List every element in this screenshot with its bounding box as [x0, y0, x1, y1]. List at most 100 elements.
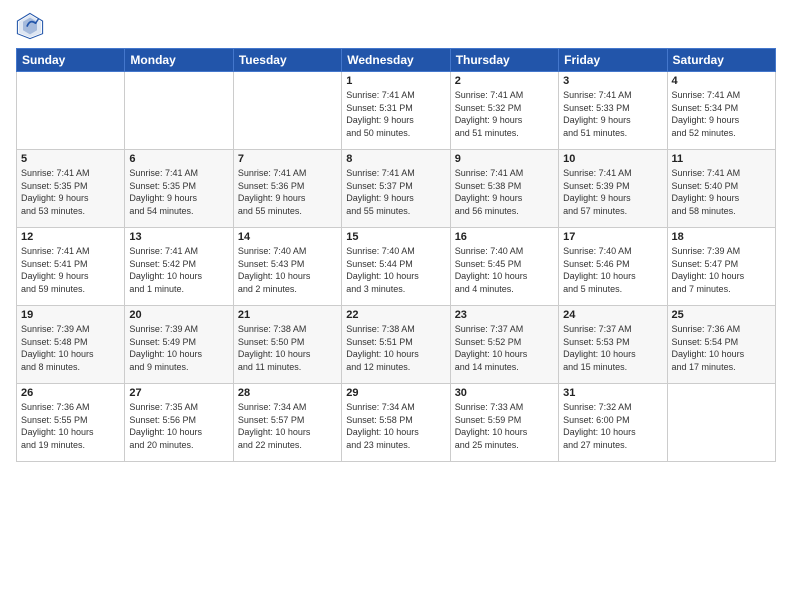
day-info: Sunrise: 7:41 AM Sunset: 5:32 PM Dayligh… [455, 89, 554, 139]
calendar-cell: 31Sunrise: 7:32 AM Sunset: 6:00 PM Dayli… [559, 384, 667, 462]
calendar-cell: 5 Sunrise: 7:41 AM Sunset: 5:35 PM Daylig… [17, 150, 125, 228]
page: SundayMondayTuesdayWednesdayThursdayFrid… [0, 0, 792, 612]
calendar-cell: 14Sunrise: 7:40 AM Sunset: 5:43 PM Dayli… [233, 228, 341, 306]
day-info: Sunrise: 7:41 AM Sunset: 5:36 PM Dayligh… [238, 167, 337, 217]
column-header-friday: Friday [559, 49, 667, 72]
day-info: Sunrise: 7:37 AM Sunset: 5:53 PM Dayligh… [563, 323, 662, 373]
day-info: Sunrise: 7:40 AM Sunset: 5:45 PM Dayligh… [455, 245, 554, 295]
column-header-saturday: Saturday [667, 49, 775, 72]
calendar-cell: 25 Sunrise: 7:36 AM Sunset: 5:54 PM Dayli… [667, 306, 775, 384]
calendar-week-row: 1 Sunrise: 7:41 AM Sunset: 5:31 PM Daylig… [17, 72, 776, 150]
calendar-cell: 21 Sunrise: 7:38 AM Sunset: 5:50 PM Dayli… [233, 306, 341, 384]
calendar-cell: 9Sunrise: 7:41 AM Sunset: 5:38 PM Daylig… [450, 150, 558, 228]
calendar-cell: 24 Sunrise: 7:37 AM Sunset: 5:53 PM Dayli… [559, 306, 667, 384]
calendar: SundayMondayTuesdayWednesdayThursdayFrid… [16, 48, 776, 462]
day-number: 15 [346, 231, 445, 243]
day-number: 22 [346, 309, 445, 321]
calendar-cell [233, 72, 341, 150]
day-info: Sunrise: 7:39 AM Sunset: 5:49 PM Dayligh… [129, 323, 228, 373]
day-number: 2 [455, 75, 554, 87]
day-info: Sunrise: 7:38 AM Sunset: 5:51 PM Dayligh… [346, 323, 445, 373]
day-info: Sunrise: 7:38 AM Sunset: 5:50 PM Dayligh… [238, 323, 337, 373]
calendar-cell: 15 Sunrise: 7:40 AM Sunset: 5:44 PM Dayli… [342, 228, 450, 306]
day-info: Sunrise: 7:39 AM Sunset: 5:48 PM Dayligh… [21, 323, 120, 373]
day-number: 3 [563, 75, 662, 87]
column-header-tuesday: Tuesday [233, 49, 341, 72]
calendar-cell: 13Sunrise: 7:41 AM Sunset: 5:42 PM Dayli… [125, 228, 233, 306]
day-number: 26 [21, 387, 120, 399]
day-info: Sunrise: 7:36 AM Sunset: 5:55 PM Dayligh… [21, 401, 120, 451]
calendar-week-row: 5 Sunrise: 7:41 AM Sunset: 5:35 PM Daylig… [17, 150, 776, 228]
day-info: Sunrise: 7:41 AM Sunset: 5:35 PM Dayligh… [129, 167, 228, 217]
calendar-cell: 10 Sunrise: 7:41 AM Sunset: 5:39 PM Dayli… [559, 150, 667, 228]
day-number: 27 [129, 387, 228, 399]
calendar-cell: 8Sunrise: 7:41 AM Sunset: 5:37 PM Daylig… [342, 150, 450, 228]
logo [16, 12, 48, 40]
calendar-cell: 1 Sunrise: 7:41 AM Sunset: 5:31 PM Daylig… [342, 72, 450, 150]
day-info: Sunrise: 7:41 AM Sunset: 5:39 PM Dayligh… [563, 167, 662, 217]
calendar-header-row: SundayMondayTuesdayWednesdayThursdayFrid… [17, 49, 776, 72]
day-number: 30 [455, 387, 554, 399]
day-number: 1 [346, 75, 445, 87]
calendar-cell [667, 384, 775, 462]
day-info: Sunrise: 7:41 AM Sunset: 5:31 PM Dayligh… [346, 89, 445, 139]
day-number: 24 [563, 309, 662, 321]
column-header-wednesday: Wednesday [342, 49, 450, 72]
day-number: 7 [238, 153, 337, 165]
day-number: 23 [455, 309, 554, 321]
day-info: Sunrise: 7:41 AM Sunset: 5:41 PM Dayligh… [21, 245, 120, 295]
calendar-cell: 18 Sunrise: 7:39 AM Sunset: 5:47 PM Dayli… [667, 228, 775, 306]
calendar-cell: 3 Sunrise: 7:41 AM Sunset: 5:33 PM Daylig… [559, 72, 667, 150]
day-info: Sunrise: 7:41 AM Sunset: 5:35 PM Dayligh… [21, 167, 120, 217]
day-info: Sunrise: 7:37 AM Sunset: 5:52 PM Dayligh… [455, 323, 554, 373]
day-number: 29 [346, 387, 445, 399]
day-number: 19 [21, 309, 120, 321]
day-info: Sunrise: 7:40 AM Sunset: 5:44 PM Dayligh… [346, 245, 445, 295]
day-number: 11 [672, 153, 771, 165]
day-number: 13 [129, 231, 228, 243]
day-info: Sunrise: 7:40 AM Sunset: 5:43 PM Dayligh… [238, 245, 337, 295]
calendar-cell: 11 Sunrise: 7:41 AM Sunset: 5:40 PM Dayli… [667, 150, 775, 228]
day-info: Sunrise: 7:33 AM Sunset: 5:59 PM Dayligh… [455, 401, 554, 451]
day-info: Sunrise: 7:40 AM Sunset: 5:46 PM Dayligh… [563, 245, 662, 295]
day-info: Sunrise: 7:34 AM Sunset: 5:57 PM Dayligh… [238, 401, 337, 451]
day-number: 21 [238, 309, 337, 321]
calendar-cell: 12Sunrise: 7:41 AM Sunset: 5:41 PM Dayli… [17, 228, 125, 306]
day-info: Sunrise: 7:36 AM Sunset: 5:54 PM Dayligh… [672, 323, 771, 373]
calendar-cell: 16 Sunrise: 7:40 AM Sunset: 5:45 PM Dayli… [450, 228, 558, 306]
day-number: 25 [672, 309, 771, 321]
calendar-cell: 17 Sunrise: 7:40 AM Sunset: 5:46 PM Dayli… [559, 228, 667, 306]
day-number: 6 [129, 153, 228, 165]
day-info: Sunrise: 7:34 AM Sunset: 5:58 PM Dayligh… [346, 401, 445, 451]
day-info: Sunrise: 7:41 AM Sunset: 5:33 PM Dayligh… [563, 89, 662, 139]
day-number: 10 [563, 153, 662, 165]
calendar-cell: 26 Sunrise: 7:36 AM Sunset: 5:55 PM Dayli… [17, 384, 125, 462]
day-number: 5 [21, 153, 120, 165]
day-number: 8 [346, 153, 445, 165]
day-number: 17 [563, 231, 662, 243]
day-info: Sunrise: 7:39 AM Sunset: 5:47 PM Dayligh… [672, 245, 771, 295]
column-header-monday: Monday [125, 49, 233, 72]
day-number: 31 [563, 387, 662, 399]
column-header-thursday: Thursday [450, 49, 558, 72]
day-number: 16 [455, 231, 554, 243]
day-number: 18 [672, 231, 771, 243]
header [16, 12, 776, 40]
day-info: Sunrise: 7:41 AM Sunset: 5:40 PM Dayligh… [672, 167, 771, 217]
day-number: 4 [672, 75, 771, 87]
day-number: 20 [129, 309, 228, 321]
calendar-cell: 28Sunrise: 7:34 AM Sunset: 5:57 PM Dayli… [233, 384, 341, 462]
calendar-cell: 19 Sunrise: 7:39 AM Sunset: 5:48 PM Dayli… [17, 306, 125, 384]
calendar-cell: 30 Sunrise: 7:33 AM Sunset: 5:59 PM Dayli… [450, 384, 558, 462]
calendar-cell: 7 Sunrise: 7:41 AM Sunset: 5:36 PM Daylig… [233, 150, 341, 228]
calendar-cell: 20 Sunrise: 7:39 AM Sunset: 5:49 PM Dayli… [125, 306, 233, 384]
calendar-cell: 6 Sunrise: 7:41 AM Sunset: 5:35 PM Daylig… [125, 150, 233, 228]
calendar-week-row: 19 Sunrise: 7:39 AM Sunset: 5:48 PM Dayli… [17, 306, 776, 384]
day-info: Sunrise: 7:41 AM Sunset: 5:34 PM Dayligh… [672, 89, 771, 139]
calendar-cell: 4 Sunrise: 7:41 AM Sunset: 5:34 PM Daylig… [667, 72, 775, 150]
calendar-cell [17, 72, 125, 150]
calendar-cell: 22 Sunrise: 7:38 AM Sunset: 5:51 PM Dayli… [342, 306, 450, 384]
calendar-cell: 2 Sunrise: 7:41 AM Sunset: 5:32 PM Daylig… [450, 72, 558, 150]
day-info: Sunrise: 7:35 AM Sunset: 5:56 PM Dayligh… [129, 401, 228, 451]
calendar-week-row: 26 Sunrise: 7:36 AM Sunset: 5:55 PM Dayli… [17, 384, 776, 462]
